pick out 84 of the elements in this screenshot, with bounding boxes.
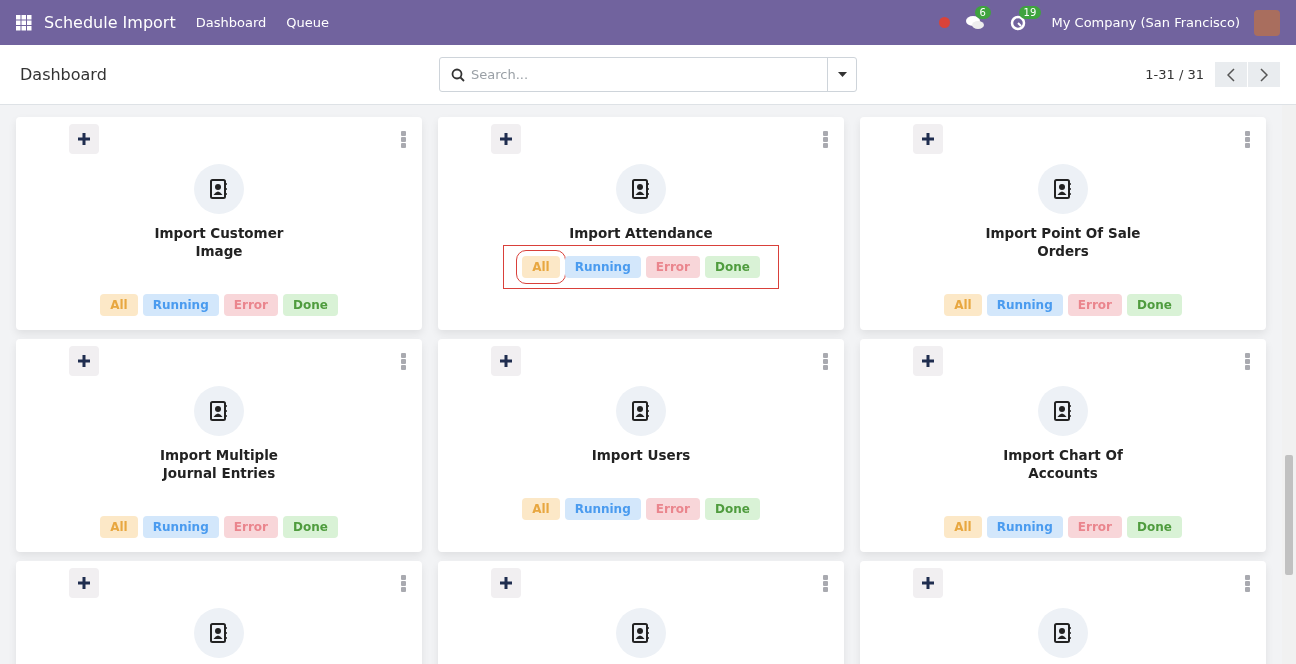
- contact-book-icon: [1054, 179, 1072, 199]
- app-name[interactable]: Schedule Import: [44, 13, 176, 32]
- menu-item[interactable]: Queue: [286, 15, 329, 30]
- filter-button[interactable]: Running: [564, 498, 641, 520]
- card-title: Import Multiple Journal Entries: [159, 446, 278, 482]
- filter-button[interactable]: Done: [282, 516, 338, 538]
- add-button[interactable]: [491, 568, 521, 598]
- kebab-icon: [400, 574, 406, 592]
- filter-button[interactable]: Done: [282, 294, 338, 316]
- add-button[interactable]: [69, 346, 99, 376]
- search-box[interactable]: Search...: [439, 57, 857, 92]
- chevron-left-icon: [1227, 67, 1235, 82]
- filter-button[interactable]: Error: [1067, 516, 1122, 538]
- plus-icon: [500, 577, 512, 589]
- contact-book-icon: [210, 401, 228, 421]
- card-title: Import Attendance: [569, 224, 713, 242]
- add-button[interactable]: [913, 568, 943, 598]
- filter-button[interactable]: All: [522, 498, 560, 520]
- contact-book-icon: [1054, 623, 1072, 643]
- kebab-icon: [822, 352, 828, 370]
- kebab-icon: [822, 574, 828, 592]
- scrollbar[interactable]: [1282, 105, 1296, 664]
- contact-book-icon: [210, 623, 228, 643]
- clock-icon[interactable]: [1009, 14, 1026, 31]
- filter-button[interactable]: Error: [645, 256, 700, 278]
- filter-button[interactable]: All: [944, 516, 982, 538]
- contact-book-icon: [632, 623, 650, 643]
- kebab-icon: [400, 352, 406, 370]
- card-title: Import Chart Of Accounts: [1003, 446, 1123, 482]
- plus-icon: [78, 577, 90, 589]
- filter-button[interactable]: All: [522, 256, 560, 278]
- filter-button[interactable]: Running: [986, 294, 1063, 316]
- plus-icon: [922, 133, 934, 145]
- filter-button[interactable]: Done: [1126, 294, 1182, 316]
- kebab-icon: [1244, 130, 1250, 148]
- add-button[interactable]: [69, 124, 99, 154]
- filter-button[interactable]: Done: [704, 256, 760, 278]
- add-button[interactable]: [491, 346, 521, 376]
- kebab-icon: [1244, 352, 1250, 370]
- contact-book-icon: [1054, 401, 1072, 421]
- company-name[interactable]: My Company (San Francisco): [1051, 15, 1240, 30]
- filter-button[interactable]: Error: [645, 498, 700, 520]
- plus-icon: [500, 133, 512, 145]
- caret-icon: [837, 72, 847, 77]
- filter-button[interactable]: Error: [223, 294, 278, 316]
- chevron-right-icon: [1260, 67, 1268, 82]
- status-dot: [938, 17, 950, 28]
- filter-button[interactable]: Running: [986, 516, 1063, 538]
- add-button[interactable]: [491, 124, 521, 154]
- filter-button[interactable]: Running: [142, 294, 219, 316]
- filter-button[interactable]: Running: [142, 516, 219, 538]
- filter-button[interactable]: Done: [704, 498, 760, 520]
- plus-icon: [922, 355, 934, 367]
- count-badge: 6: [974, 5, 991, 19]
- filter-button[interactable]: Error: [1067, 294, 1122, 316]
- breadcrumb: Dashboard: [20, 65, 108, 84]
- filter-button[interactable]: Running: [564, 256, 641, 278]
- plus-icon: [78, 355, 90, 367]
- add-button[interactable]: [913, 124, 943, 154]
- apps-grid-icon[interactable]: [16, 14, 32, 31]
- plus-icon: [500, 355, 512, 367]
- kebab-icon: [400, 130, 406, 148]
- filter-button[interactable]: Done: [1126, 516, 1182, 538]
- count-badge: 19: [1018, 5, 1042, 19]
- card-title: Import Customer Image: [154, 224, 284, 260]
- kebab-icon: [822, 130, 828, 148]
- filter-button[interactable]: All: [944, 294, 982, 316]
- search-icon: [451, 67, 465, 82]
- add-button[interactable]: [69, 568, 99, 598]
- menu-item[interactable]: Dashboard: [195, 15, 267, 30]
- contact-book-icon: [210, 179, 228, 199]
- contact-book-icon: [632, 179, 650, 199]
- chat-icon[interactable]: [965, 14, 984, 31]
- pager-value[interactable]: 1-31 / 31: [1145, 67, 1204, 82]
- contact-book-icon: [632, 401, 650, 421]
- add-button[interactable]: [913, 346, 943, 376]
- filter-button[interactable]: Error: [223, 516, 278, 538]
- kebab-icon: [1244, 574, 1250, 592]
- card-title: Import Point Of Sale Orders: [985, 224, 1141, 260]
- filter-button[interactable]: All: [100, 516, 138, 538]
- plus-icon: [922, 577, 934, 589]
- plus-icon: [78, 133, 90, 145]
- card-title: Import Users: [591, 446, 691, 464]
- filter-button[interactable]: All: [100, 294, 138, 316]
